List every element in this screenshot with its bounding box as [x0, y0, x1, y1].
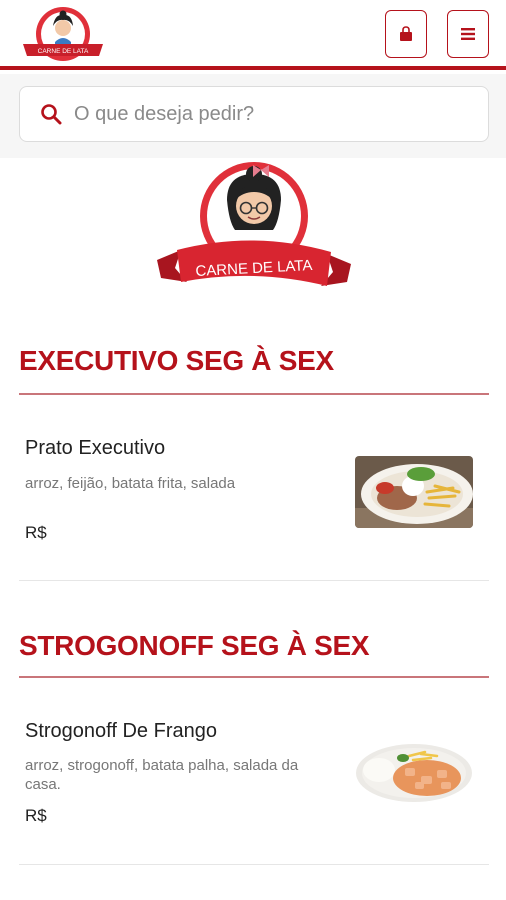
hamburger-menu-icon — [461, 28, 475, 40]
top-bar: CARNE DE LATA — [0, 0, 506, 70]
logo-small-text: CARNE DE LATA — [38, 48, 89, 55]
cart-button[interactable] — [385, 10, 427, 58]
section-divider — [19, 393, 489, 395]
item-price: R$ — [25, 806, 47, 825]
logo-small[interactable]: CARNE DE LATA — [19, 4, 107, 64]
item-name: Strogonoff De Frango — [25, 720, 217, 742]
search-box[interactable] — [19, 86, 489, 142]
item-photo-strogonoff — [355, 742, 473, 804]
search-input[interactable] — [74, 102, 474, 126]
section-title-executivo: EXECUTIVO SEG À SEX — [19, 345, 334, 376]
item-name: Prato Executivo — [25, 437, 166, 459]
item-divider — [19, 864, 489, 865]
item-price: R$ — [25, 523, 47, 542]
item-description: arroz, feijão, batata frita, salada — [25, 475, 236, 492]
restaurant-logo: CARNE DE LATA — [157, 162, 351, 286]
menu-button[interactable] — [447, 10, 489, 58]
section-title-strogonoff: STROGONOFF SEG À SEX — [19, 630, 370, 661]
search-icon — [41, 104, 62, 125]
item-divider — [19, 580, 489, 581]
section-divider — [19, 676, 489, 678]
item-photo-prato-executivo — [355, 456, 473, 528]
shopping-bag-icon — [400, 26, 412, 41]
item-description: arroz, strogonoff, batata palha, salada … — [25, 757, 299, 793]
search-area — [0, 74, 506, 158]
